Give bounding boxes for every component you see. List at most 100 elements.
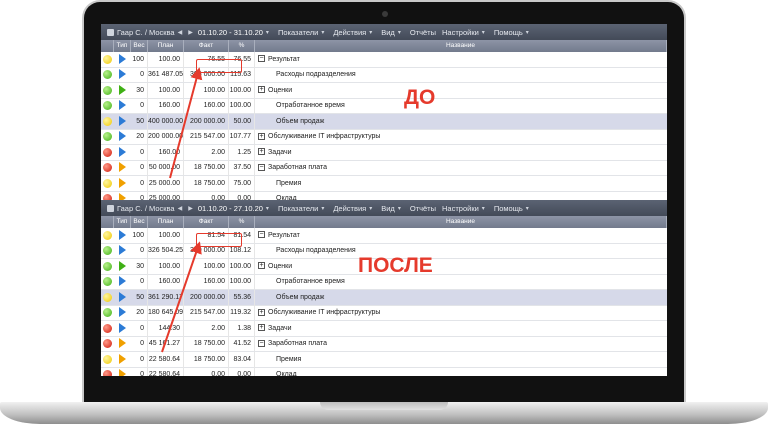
expand-icon[interactable]: + bbox=[258, 132, 265, 140]
name-cell: Расходы подразделения bbox=[276, 71, 356, 79]
plan-cell: 100.00 bbox=[148, 258, 184, 274]
fact-cell[interactable]: 18 750.00 bbox=[184, 351, 229, 367]
table-row[interactable]: 20 200 000.00 215 547.00 107.77 + Обслуживани… bbox=[101, 129, 667, 145]
fact-cell[interactable]: 18 750.00 bbox=[184, 160, 229, 176]
col-type[interactable]: Тип bbox=[114, 216, 131, 228]
table-row[interactable]: 50 361 290.17 200 000.00 55.36 Объем продаж bbox=[101, 289, 667, 306]
fact-cell[interactable]: 215 547.00 bbox=[184, 305, 229, 321]
menu-item[interactable]: Отчёты bbox=[410, 204, 436, 213]
fact-cell[interactable]: 160.00 bbox=[184, 274, 229, 290]
menu-item[interactable]: Настройки bbox=[442, 28, 479, 37]
col-weight[interactable]: Вес bbox=[131, 40, 148, 52]
type-flag-icon bbox=[119, 115, 126, 126]
fact-cell[interactable]: 18 750.00 bbox=[184, 175, 229, 191]
col-weight[interactable]: Вес bbox=[131, 216, 148, 228]
col-name[interactable]: Название bbox=[255, 216, 667, 228]
fact-cell[interactable]: 0.00 bbox=[184, 367, 229, 376]
expand-icon[interactable]: + bbox=[258, 86, 265, 94]
table-row[interactable]: 0 50 000.00 18 750.00 37.50− Заработная плат… bbox=[101, 160, 667, 176]
status-yellow-icon bbox=[103, 354, 112, 364]
menu-item[interactable]: Помощь bbox=[494, 204, 523, 213]
table-row[interactable]: 0 22 580.64 0.00 0.00 Оклад bbox=[101, 367, 667, 376]
status-red-icon bbox=[103, 339, 112, 349]
table-row[interactable]: 0 144.30 2.00 1.38 + Задачи bbox=[101, 320, 667, 337]
menu-item[interactable]: Отчёты bbox=[410, 28, 436, 37]
expand-icon[interactable]: + bbox=[258, 262, 265, 270]
next-period-icon[interactable]: ▶ bbox=[188, 29, 193, 36]
status-green-icon bbox=[103, 101, 112, 111]
collapse-icon[interactable]: − bbox=[258, 231, 265, 239]
fact-cell[interactable]: 100.00 bbox=[184, 258, 229, 274]
col-name[interactable]: Название bbox=[255, 40, 667, 52]
breadcrumb[interactable]: Гаар С. / Москва bbox=[117, 28, 175, 37]
expand-icon[interactable]: + bbox=[258, 324, 265, 332]
plan-cell: 100.00 bbox=[148, 51, 184, 67]
menu-item[interactable]: Помощь bbox=[494, 28, 523, 37]
table-row[interactable]: 30 100.00 100.00 100.00 + Оценки bbox=[101, 82, 667, 99]
fact-cell[interactable]: 200 000.00 bbox=[184, 289, 229, 305]
col-fact[interactable]: Факт bbox=[184, 216, 229, 228]
plan-cell: 22 580.64 bbox=[148, 351, 184, 367]
percent-cell: 100.00 bbox=[229, 98, 255, 114]
type-flag-icon bbox=[119, 245, 126, 256]
percent-cell: 107.77 bbox=[229, 129, 255, 145]
period-select[interactable]: 01.10.20 - 31.10.20 bbox=[198, 28, 263, 37]
col-percent[interactable]: % bbox=[229, 216, 255, 228]
col-plan[interactable]: План bbox=[148, 216, 184, 228]
col-type[interactable]: Тип bbox=[114, 40, 131, 52]
menu-item[interactable]: Действия bbox=[333, 28, 366, 37]
table-row[interactable]: 0 160.00 160.00 100.00 Отработанное время bbox=[101, 98, 667, 114]
fact-cell[interactable]: 18 750.00 bbox=[184, 336, 229, 352]
fact-cell[interactable]: 200 000.00 bbox=[184, 113, 229, 129]
prev-period-icon[interactable]: ◀ bbox=[178, 29, 183, 36]
table-row[interactable]: 50 400 000.00 200 000.00 50.00 Объем продаж bbox=[101, 113, 667, 130]
table-row[interactable]: 20 180 645.09 215 547.00 119.32 + Обслуживани… bbox=[101, 305, 667, 321]
camera-icon bbox=[382, 11, 388, 17]
period-select[interactable]: 01.10.20 - 27.10.20 bbox=[198, 204, 263, 213]
weight-cell: 30 bbox=[131, 82, 148, 98]
collapse-icon[interactable]: − bbox=[258, 55, 265, 63]
status-yellow-icon bbox=[103, 116, 112, 126]
prev-period-icon[interactable]: ◀ bbox=[178, 205, 183, 212]
fact-cell[interactable]: 215 547.00 bbox=[184, 129, 229, 145]
col-fact[interactable]: Факт bbox=[184, 40, 229, 52]
plan-cell: 200 000.00 bbox=[148, 129, 184, 145]
plan-cell: 400 000.00 bbox=[148, 113, 184, 129]
table-row[interactable]: 100 100.00 81.54 81.54− Результат bbox=[101, 227, 667, 244]
next-period-icon[interactable]: ▶ bbox=[188, 205, 193, 212]
collapse-icon[interactable]: − bbox=[258, 339, 265, 347]
fact-cell[interactable]: 2.00 bbox=[184, 144, 229, 160]
plan-cell: 160.00 bbox=[148, 274, 184, 290]
table-row[interactable]: 100 100.00 76.55 76.55− Результат bbox=[101, 51, 667, 68]
percent-cell: 1.38 bbox=[229, 320, 255, 336]
menu-item[interactable]: Вид bbox=[381, 204, 395, 213]
menu-item[interactable]: Действия bbox=[333, 204, 366, 213]
breadcrumb[interactable]: Гаар С. / Москва bbox=[117, 204, 175, 213]
status-red-icon bbox=[103, 323, 112, 333]
fact-cell[interactable]: 2.00 bbox=[184, 320, 229, 336]
status-green-icon bbox=[103, 308, 112, 318]
status-yellow-icon bbox=[103, 292, 112, 302]
expand-icon[interactable]: + bbox=[258, 148, 265, 156]
table-row[interactable]: 0 22 580.64 18 750.00 83.04 Премия bbox=[101, 351, 667, 368]
fact-cell[interactable]: 160.00 bbox=[184, 98, 229, 114]
table-row[interactable]: 0 361 487.05 305 000.00 115.63 Расходы подра… bbox=[101, 67, 667, 83]
table-row[interactable]: 0 160.00 2.00 1.25 + Задачи bbox=[101, 144, 667, 161]
menu-item[interactable]: Показатели bbox=[278, 204, 318, 213]
fact-cell[interactable]: 100.00 bbox=[184, 82, 229, 98]
col-plan[interactable]: План bbox=[148, 40, 184, 52]
type-flag-icon bbox=[119, 177, 126, 188]
name-cell: Отработанное время bbox=[276, 102, 345, 110]
after-panel: Гаар С. / Москва ◀ ▶ 01.10.20 - 27.10.20 ▾ По… bbox=[101, 200, 667, 376]
expand-icon[interactable]: + bbox=[258, 308, 265, 316]
plan-cell: 100.00 bbox=[148, 82, 184, 98]
menu-item[interactable]: Настройки bbox=[442, 204, 479, 213]
col-percent[interactable]: % bbox=[229, 40, 255, 52]
table-row[interactable]: 0 45 161.27 18 750.00 41.52− Заработная плат… bbox=[101, 336, 667, 352]
status-yellow-icon bbox=[103, 54, 112, 64]
table-row[interactable]: 0 25 000.00 18 750.00 75.00 Премия bbox=[101, 175, 667, 192]
menu-item[interactable]: Показатели bbox=[278, 28, 318, 37]
type-flag-icon bbox=[119, 162, 126, 173]
menu-item[interactable]: Вид bbox=[381, 28, 395, 37]
collapse-icon[interactable]: − bbox=[258, 163, 265, 171]
